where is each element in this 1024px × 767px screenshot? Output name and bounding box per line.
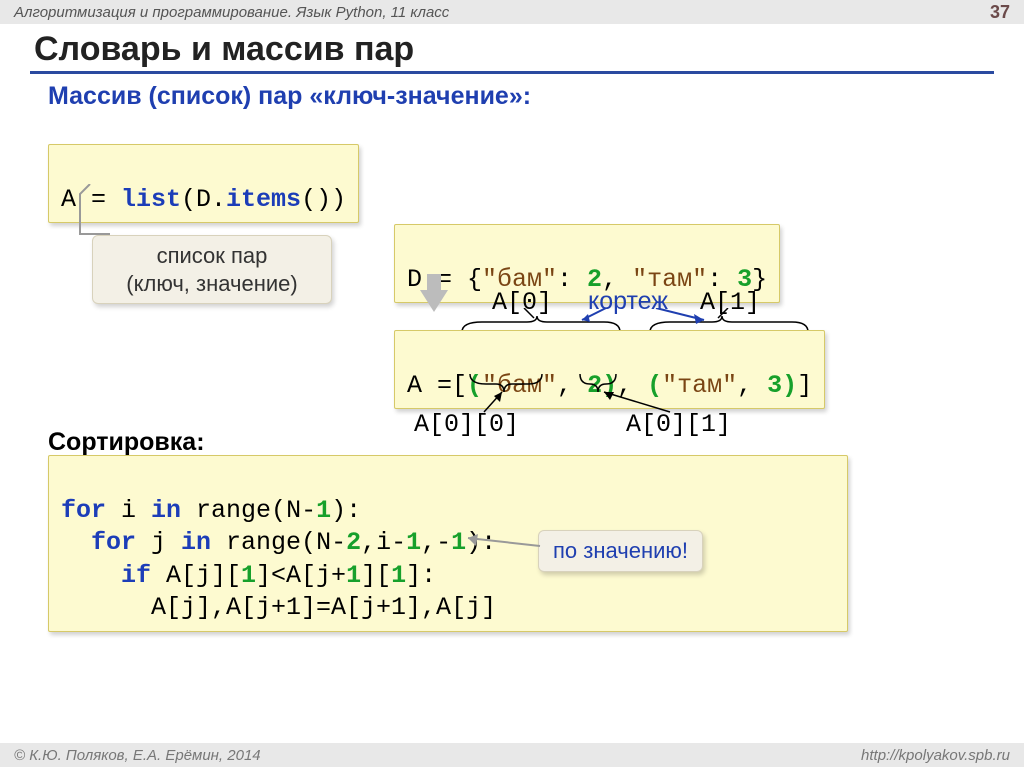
header-bar: Алгоритмизация и программирование. Язык … — [0, 0, 1024, 24]
footer-bar: © К.Ю. Поляков, Е.А. Ерёмин, 2014 http:/… — [0, 743, 1024, 767]
code-list-items: A = list(D.items()) — [48, 144, 359, 223]
label-a00: A[0][0] — [414, 410, 519, 439]
callout-by-value-text: по значению! — [553, 538, 688, 563]
label-kortezh: кортеж — [588, 287, 668, 316]
slide-title: Словарь и массив пар — [34, 30, 1024, 69]
callout-line2: (ключ, значение) — [107, 270, 317, 298]
code-sort: for i in range(N-1): for j in range(N-2,… — [48, 455, 848, 632]
callout-by-value: по значению! — [538, 530, 703, 572]
subject-text: Алгоритмизация и программирование. Язык … — [14, 4, 449, 21]
footer-url: http://kpolyakov.spb.ru — [861, 747, 1010, 764]
arrow-down-icon — [420, 290, 448, 312]
label-a0: A[0] — [492, 288, 552, 317]
title-rule — [30, 71, 994, 74]
label-a1: A[1] — [700, 288, 760, 317]
section-array-pairs: Массив (список) пар «ключ-значение»: — [48, 82, 1024, 111]
section-sort: Сортировка: — [48, 428, 205, 457]
callout-list-pairs: список пар (ключ, значение) — [92, 235, 332, 304]
page-number: 37 — [990, 2, 1010, 23]
code-array: A =[("бам", 2), ("там", 3)] — [394, 330, 825, 409]
footer-copyright: © К.Ю. Поляков, Е.А. Ерёмин, 2014 — [14, 747, 261, 764]
callout-line1: список пар — [107, 242, 317, 270]
label-a01: A[0][1] — [626, 410, 731, 439]
